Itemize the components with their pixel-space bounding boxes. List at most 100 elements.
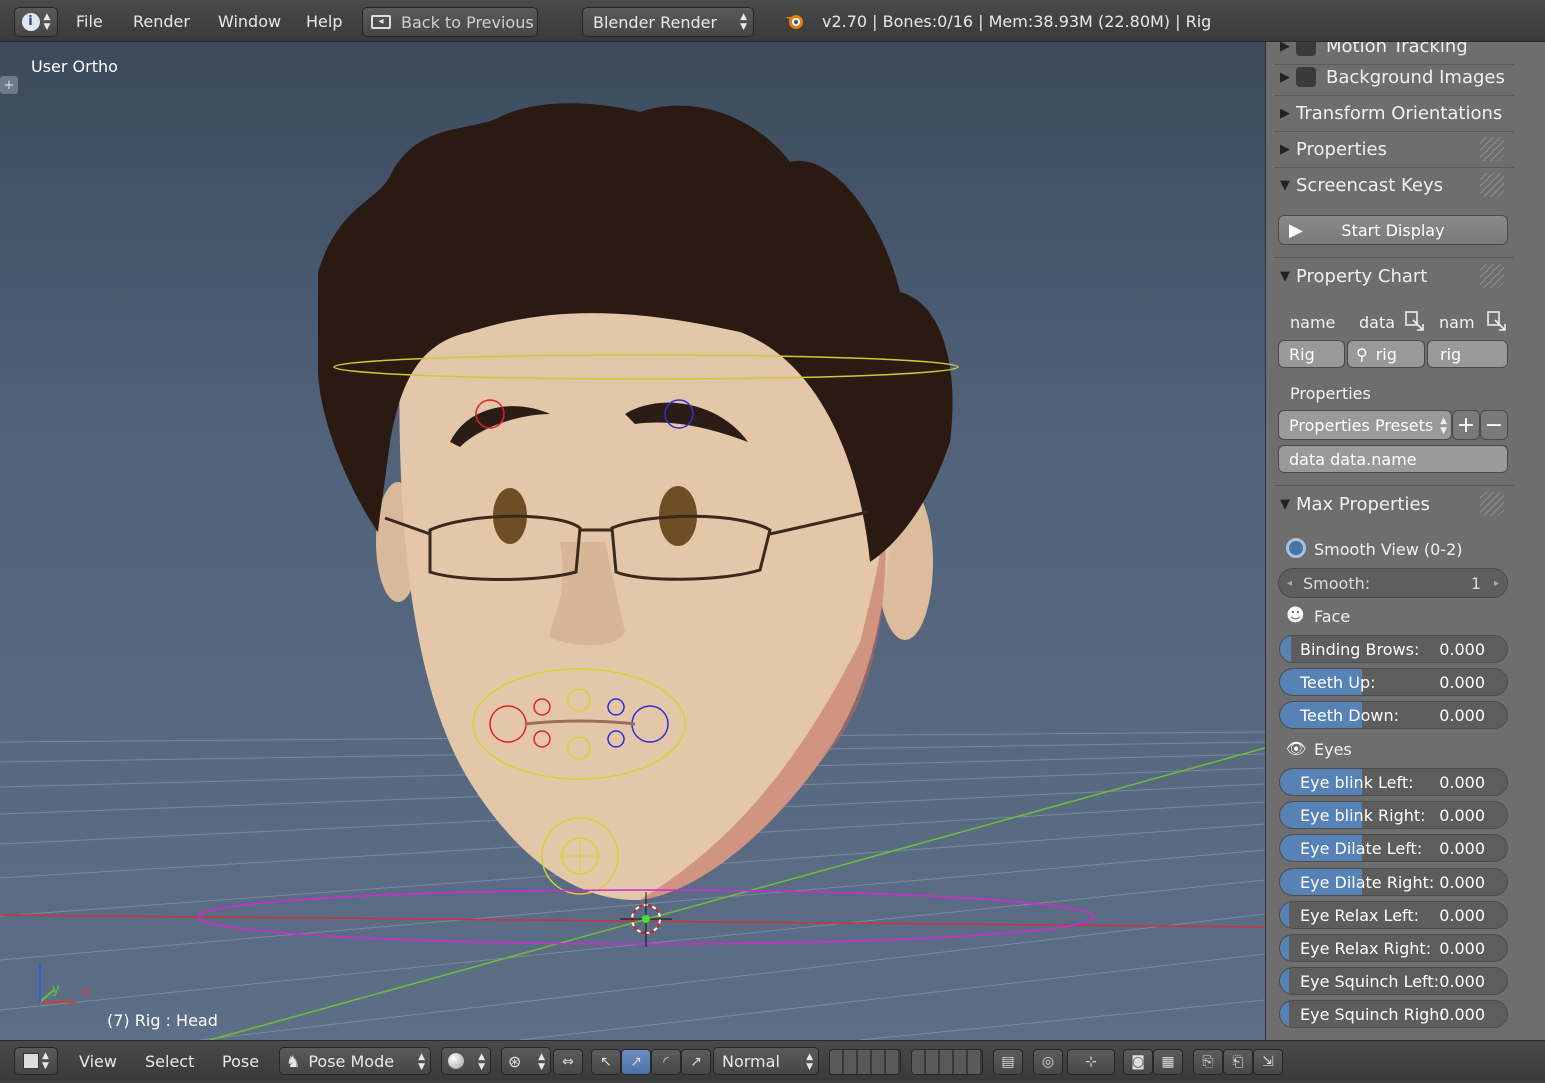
- menu-help[interactable]: Help: [306, 0, 342, 42]
- smooth-view-radio[interactable]: [1286, 538, 1306, 558]
- layers-grid-1-icon[interactable]: [829, 1049, 901, 1075]
- slider-label: Eye Relax Left:: [1300, 905, 1420, 925]
- data-path-input[interactable]: data data.name: [1278, 445, 1508, 473]
- panel-transform-orientations[interactable]: ▶ Transform Orientations: [1274, 97, 1510, 129]
- expanded-triangle-icon: ▼: [1280, 177, 1290, 193]
- updown-arrows-icon: ▲ ▼: [418, 1052, 425, 1072]
- copy-icon[interactable]: [1486, 310, 1508, 332]
- back-to-previous-button[interactable]: ◂ Back to Previous: [362, 7, 538, 37]
- view-label: User Ortho: [31, 57, 118, 76]
- menu-pose[interactable]: Pose: [222, 1041, 259, 1081]
- property-slider[interactable]: Eye Relax Left: 0.000: [1279, 900, 1508, 929]
- viewport-scene: +: [0, 76, 1265, 1040]
- drag-handle-icon[interactable]: [1480, 137, 1504, 161]
- info-icon: i: [21, 13, 40, 31]
- layer-lock-icon[interactable]: ▤: [993, 1049, 1023, 1075]
- chart-name-field[interactable]: Rig: [1278, 340, 1345, 368]
- info-editor-type-button[interactable]: i ▲ ▼: [14, 7, 58, 37]
- collapsed-triangle-icon: ▶: [1280, 105, 1290, 121]
- rotate-manipulator-icon[interactable]: ↗: [621, 1049, 651, 1075]
- copy-pose-icon[interactable]: ⎘: [1193, 1049, 1223, 1075]
- menu-file[interactable]: File: [76, 0, 103, 42]
- slider-label: Binding Brows:: [1300, 640, 1420, 659]
- manipulator-extra-icon[interactable]: ↗: [681, 1049, 711, 1075]
- property-slider[interactable]: Eye Dilate Right: 0.000: [1279, 867, 1508, 896]
- render-engine-label: Blender Render: [593, 12, 718, 32]
- paste-flipped-pose-icon[interactable]: ⇲: [1253, 1049, 1283, 1075]
- checkbox[interactable]: [1296, 67, 1316, 87]
- property-slider[interactable]: Teeth Up: 0.000: [1279, 668, 1508, 697]
- viewport-shading-select[interactable]: ▲ ▼: [441, 1047, 491, 1075]
- menu-render[interactable]: Render: [133, 0, 190, 42]
- property-slider[interactable]: Eye blink Right: 0.000: [1279, 801, 1508, 830]
- slider-label: Eye blink Left:: [1300, 773, 1414, 792]
- property-slider[interactable]: Eye blink Left: 0.000: [1279, 768, 1508, 796]
- menu-window[interactable]: Window: [218, 0, 281, 42]
- expanded-triangle-icon: ▼: [1280, 268, 1290, 284]
- copy-icon[interactable]: [1404, 310, 1426, 332]
- render-clapper-icon[interactable]: ▦: [1153, 1049, 1183, 1075]
- translate-manipulator-icon[interactable]: ↖: [591, 1049, 621, 1075]
- panel-properties[interactable]: ▶ Properties: [1274, 133, 1510, 165]
- properties-presets-label: Properties Presets: [1289, 415, 1434, 435]
- increment-arrow-icon[interactable]: ▸: [1494, 578, 1499, 589]
- property-slider[interactable]: Eye Squinch Left: 0.000: [1279, 967, 1508, 996]
- panel-background-images[interactable]: ▶ Background Images: [1274, 61, 1510, 93]
- cube-icon: [23, 1053, 40, 1069]
- slider-value: 0.000: [1439, 905, 1485, 925]
- property-slider[interactable]: Binding Brows: 0.000: [1279, 635, 1508, 663]
- editor-type-button[interactable]: ▲ ▼: [14, 1047, 58, 1075]
- property-slider[interactable]: Eye Relax Right: 0.000: [1279, 934, 1508, 962]
- checkbox[interactable]: [1296, 42, 1316, 56]
- property-slider[interactable]: Teeth Down: 0.000: [1279, 701, 1508, 730]
- smooth-view-label: Smooth View (0-2): [1314, 540, 1463, 559]
- armature-icon: ⚲: [1356, 344, 1368, 364]
- property-slider[interactable]: Eye Squinch Righ: 0.000: [1279, 1000, 1508, 1029]
- data-path-value: data data.name: [1289, 449, 1417, 469]
- properties-presets-select[interactable]: Properties Presets ▲ ▼: [1278, 410, 1452, 440]
- mode-select[interactable]: ♞ Pose Mode ▲ ▼: [279, 1047, 431, 1075]
- drag-handle-icon[interactable]: [1480, 492, 1504, 516]
- chart-nam-field[interactable]: rig: [1427, 340, 1508, 368]
- slider-value: 0.000: [1439, 839, 1485, 859]
- object-label: (7) Rig : Head: [107, 1011, 218, 1030]
- slider-value: 0.000: [1439, 1005, 1485, 1025]
- decrement-arrow-icon[interactable]: ◂: [1287, 578, 1292, 589]
- chart-data-field[interactable]: ⚲ rig: [1347, 340, 1425, 368]
- start-display-button[interactable]: ▶ Start Display: [1278, 215, 1508, 245]
- transform-orientation-select[interactable]: Normal ▲ ▼: [713, 1047, 819, 1075]
- menu-view[interactable]: View: [79, 1041, 117, 1081]
- collapsed-triangle-icon: ▶: [1280, 141, 1290, 157]
- updown-arrows-icon: ▲ ▼: [806, 1052, 813, 1072]
- drag-handle-icon[interactable]: [1480, 264, 1504, 288]
- add-preset-button[interactable]: +: [1452, 410, 1480, 440]
- render-engine-select[interactable]: Blender Render ▲ ▼: [582, 7, 754, 37]
- smooth-number-field[interactable]: ◂ Smooth: 1 ▸: [1278, 568, 1508, 598]
- menu-select[interactable]: Select: [145, 1041, 194, 1081]
- property-slider[interactable]: Eye Dilate Left: 0.000: [1279, 834, 1508, 863]
- chart-nam-value: rig: [1440, 344, 1462, 364]
- back-icon: ◂: [371, 15, 391, 29]
- 3d-viewport[interactable]: + User Ortho x y (7) Rig : Head: [0, 42, 1265, 1040]
- eyes-label: Eyes: [1314, 740, 1352, 759]
- pivot-point-select[interactable]: ⊛ ▲ ▼: [501, 1047, 551, 1075]
- drag-handle-icon[interactable]: [1480, 173, 1504, 197]
- panel-max-properties[interactable]: ▼ Max Properties: [1274, 488, 1510, 520]
- face-icon: ☻: [1286, 605, 1305, 626]
- layers-grid-2-icon[interactable]: [911, 1049, 983, 1075]
- 3d-cursor-icon[interactable]: [620, 892, 672, 947]
- render-camera-icon[interactable]: ◙: [1123, 1049, 1153, 1075]
- remove-preset-button[interactable]: −: [1480, 410, 1508, 440]
- panel-property-chart[interactable]: ▼ Property Chart: [1274, 260, 1510, 292]
- panel-motion-tracking[interactable]: ▶ Motion Tracking: [1274, 42, 1510, 62]
- manipulator-toggle[interactable]: ⇔: [553, 1049, 583, 1075]
- properties-sidebar[interactable]: ▶ Motion Tracking ▶ Background Images ▶ …: [1265, 42, 1545, 1040]
- updown-arrows-icon: ▲ ▼: [42, 1051, 49, 1071]
- panel-screencast-keys[interactable]: ▼ Screencast Keys: [1274, 169, 1510, 201]
- proportional-edit-icon[interactable]: ◎: [1033, 1049, 1063, 1075]
- paste-pose-icon[interactable]: ⎗: [1223, 1049, 1253, 1075]
- snap-element-icon[interactable]: ⊹: [1067, 1049, 1115, 1075]
- scale-manipulator-icon[interactable]: ◜: [651, 1049, 681, 1075]
- slider-label: Teeth Up:: [1300, 673, 1376, 693]
- slider-label: Eye Squinch Righ:: [1300, 1005, 1445, 1025]
